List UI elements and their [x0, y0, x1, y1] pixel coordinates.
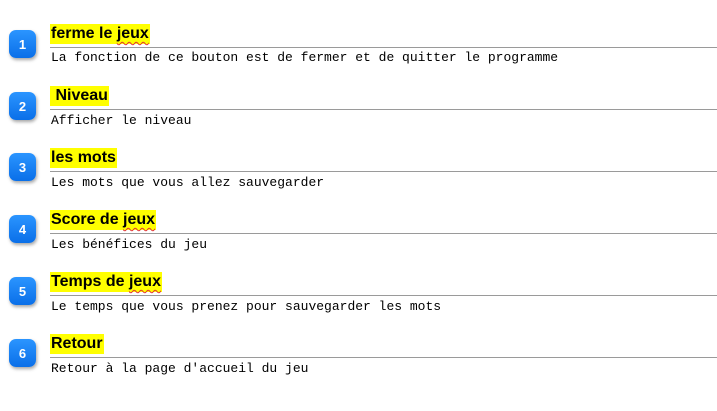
title-text: les mots [51, 149, 116, 166]
divider [50, 357, 717, 358]
number-badge: 3 [9, 153, 36, 181]
help-item-return: 6 Retour Retour à la page d'accueil du j… [0, 0, 717, 376]
number-badge: 2 [9, 92, 36, 120]
divider [50, 171, 717, 172]
number-badge: 4 [9, 215, 36, 243]
title-text: Niveau [51, 87, 108, 104]
number-badge: 6 [9, 339, 36, 367]
divider [50, 295, 717, 296]
item-title: les mots [50, 148, 117, 168]
title-text: Retour [51, 335, 103, 352]
number-badge: 5 [9, 277, 36, 305]
divider [50, 109, 717, 110]
item-title: Score de jeux [50, 210, 157, 230]
spellcheck-underline: jeux [123, 211, 156, 228]
item-description: Les mots que vous allez sauvegarder [51, 175, 325, 190]
title-text: Temps de jeux [51, 273, 161, 290]
item-description: Afficher le niveau [51, 113, 192, 128]
title-text: Score de jeux [51, 211, 156, 228]
help-list: 1 ferme le jeux La fonction de ce bouton… [0, 0, 717, 411]
item-description: Retour à la page d'accueil du jeu [51, 361, 309, 376]
item-description: Le temps que vous prenez pour sauvegarde… [51, 299, 442, 314]
item-description: Les bénéfices du jeu [51, 237, 208, 252]
spellcheck-underline: jeux [128, 273, 161, 290]
item-title: Niveau [50, 86, 109, 106]
item-title: Retour [50, 334, 104, 354]
item-title: Temps de jeux [50, 272, 162, 292]
divider [50, 233, 717, 234]
